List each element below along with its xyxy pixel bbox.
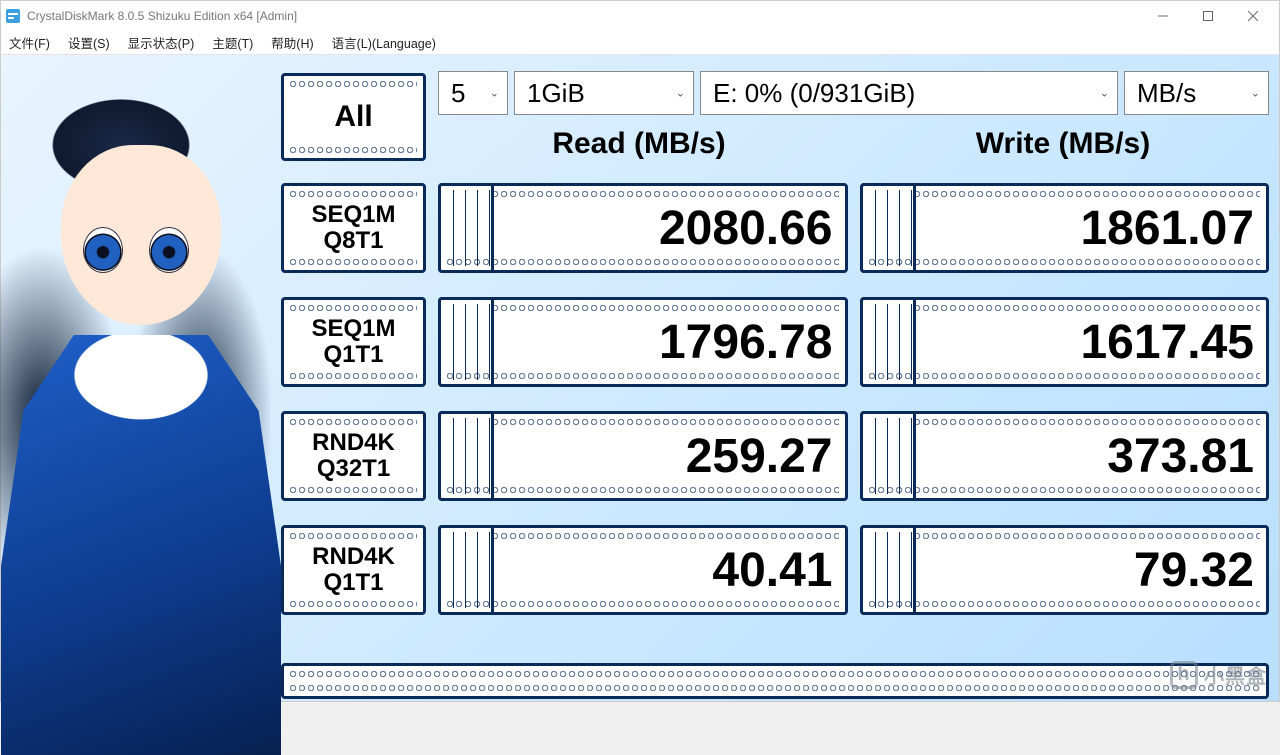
write-value-cell: 79.32 [860,525,1270,615]
test-button-0[interactable]: SEQ1MQ8T1 [281,183,426,273]
drive-select[interactable]: E: 0% (0/931GiB) ⌄ [700,71,1118,115]
chevron-down-icon: ⌄ [676,87,685,100]
app-icon [5,8,21,24]
read-header: Read (MB/s) [433,127,845,167]
app-window: CrystalDiskMark 8.0.5 Shizuku Edition x6… [0,0,1280,702]
main-grid: All 5 ⌄ 1GiB ⌄ E: 0% (0/931GiB) ⌄ [281,71,1269,691]
maximize-icon [1203,11,1213,21]
run-all-label: All [284,76,423,158]
menu-theme[interactable]: 主题(T) [212,33,253,52]
read-value: 1796.78 [497,300,833,384]
run-all-button[interactable]: All [281,73,426,161]
read-value: 259.27 [497,414,833,498]
controls-row: 5 ⌄ 1GiB ⌄ E: 0% (0/931GiB) ⌄ MB/s ⌄ [438,71,1269,115]
menu-settings[interactable]: 设置(S) [68,33,110,52]
results-grid: SEQ1MQ8T1 2080.66 1861.07 SEQ1MQ1T1 1796.78 1… [281,183,1269,699]
menu-help[interactable]: 帮助(H) [271,33,313,52]
watermark-icon: h [1170,661,1198,689]
write-value-cell: 1861.07 [860,183,1270,273]
result-row: SEQ1MQ8T1 2080.66 1861.07 [281,183,1269,273]
read-value-cell: 2080.66 [438,183,848,273]
window-controls [1140,2,1275,30]
watermark: h 小黑盒 [1170,660,1267,689]
close-icon [1248,11,1258,21]
test-label: RND4KQ1T1 [284,528,423,612]
test-button-2[interactable]: RND4KQ32T1 [281,411,426,501]
chevron-down-icon: ⌄ [490,87,499,100]
test-size-select[interactable]: 1GiB ⌄ [514,71,694,115]
test-size-value: 1GiB [527,78,585,109]
status-bar [281,663,1269,699]
menu-display[interactable]: 显示状态(P) [128,33,195,52]
result-row: RND4KQ1T1 40.41 79.32 [281,525,1269,615]
titlebar: CrystalDiskMark 8.0.5 Shizuku Edition x6… [1,1,1279,31]
maximize-button[interactable] [1185,2,1230,30]
content-area: All 5 ⌄ 1GiB ⌄ E: 0% (0/931GiB) ⌄ [1,55,1279,701]
drive-value: E: 0% (0/931GiB) [713,78,915,109]
read-value: 2080.66 [497,186,833,270]
unit-select[interactable]: MB/s ⌄ [1124,71,1269,115]
menu-language[interactable]: 语言(L)(Language) [332,33,436,52]
write-value: 1861.07 [919,186,1255,270]
write-value: 373.81 [919,414,1255,498]
chevron-down-icon: ⌄ [1251,87,1260,100]
minimize-icon [1158,11,1168,21]
menu-file[interactable]: 文件(F) [9,33,50,52]
test-label: SEQ1MQ1T1 [284,300,423,384]
test-button-1[interactable]: SEQ1MQ1T1 [281,297,426,387]
test-button-3[interactable]: RND4KQ1T1 [281,525,426,615]
minimize-button[interactable] [1140,2,1185,30]
result-row: RND4KQ32T1 259.27 373.81 [281,411,1269,501]
read-value-cell: 40.41 [438,525,848,615]
watermark-text: 小黑盒 [1204,660,1267,689]
read-value-cell: 259.27 [438,411,848,501]
read-value: 40.41 [497,528,833,612]
write-value-cell: 373.81 [860,411,1270,501]
result-row: SEQ1MQ1T1 1796.78 1617.45 [281,297,1269,387]
write-value-cell: 1617.45 [860,297,1270,387]
test-label: SEQ1MQ8T1 [284,186,423,270]
unit-value: MB/s [1137,78,1196,109]
write-value: 79.32 [919,528,1255,612]
window-title: CrystalDiskMark 8.0.5 Shizuku Edition x6… [27,9,1140,23]
close-button[interactable] [1230,2,1275,30]
chevron-down-icon: ⌄ [1100,87,1109,100]
test-label: RND4KQ32T1 [284,414,423,498]
test-count-select[interactable]: 5 ⌄ [438,71,508,115]
shizuku-character [1,55,281,701]
read-value-cell: 1796.78 [438,297,848,387]
menubar: 文件(F) 设置(S) 显示状态(P) 主题(T) 帮助(H) 语言(L)(La… [1,31,1279,55]
write-header: Write (MB/s) [857,127,1269,167]
column-headers: Read (MB/s) Write (MB/s) [433,127,1269,167]
write-value: 1617.45 [919,300,1255,384]
test-count-value: 5 [451,78,465,109]
